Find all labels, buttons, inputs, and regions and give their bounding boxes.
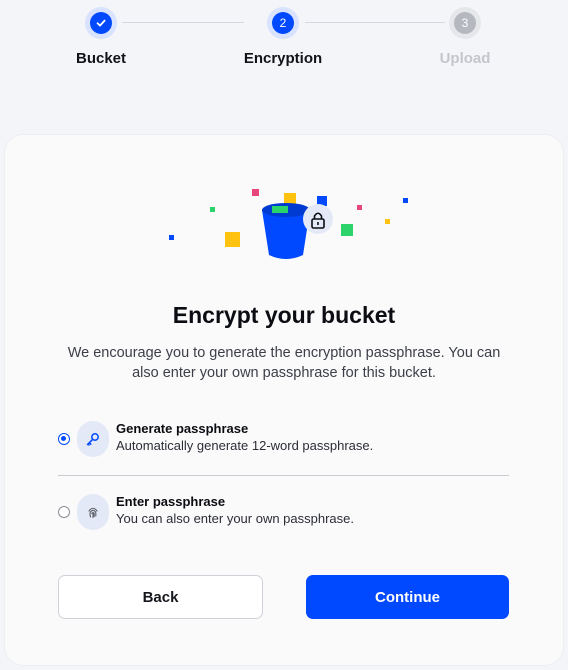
fingerprint-icon-badge <box>77 494 109 530</box>
encrypted-bucket-illustration <box>169 189 408 259</box>
confetti-square <box>385 219 390 224</box>
stepper-connector <box>122 22 244 23</box>
fingerprint-icon <box>88 507 98 519</box>
confetti-square <box>225 232 240 247</box>
page-subtitle: We encourage you to generate the encrypt… <box>67 345 501 381</box>
confetti-square <box>341 224 353 236</box>
step-encryption-indicator: 2 <box>267 7 299 39</box>
confetti-square <box>357 205 362 210</box>
stepper-connector <box>305 22 445 23</box>
confetti-square <box>403 198 408 203</box>
bucket-body <box>262 210 310 259</box>
confetti-in-bucket <box>272 206 288 213</box>
step-upload-indicator: 3 <box>449 7 481 39</box>
step-encryption-number: 2 <box>272 12 294 34</box>
options-divider <box>58 475 509 476</box>
step-encryption-label: Encryption <box>243 50 323 67</box>
confetti-square <box>210 207 215 212</box>
enter-passphrase-title: Enter passphrase <box>116 494 226 509</box>
key-icon-badge <box>77 421 109 457</box>
generate-passphrase-radio[interactable] <box>58 433 70 445</box>
continue-button[interactable]: Continue <box>306 575 509 619</box>
back-button[interactable]: Back <box>58 575 263 619</box>
encryption-card: Encrypt your bucket We encourage you to … <box>5 135 563 665</box>
option-enter-passphrase[interactable]: Enter passphrase You can also enter your… <box>58 490 508 536</box>
generate-passphrase-title: Generate passphrase <box>116 421 249 436</box>
step-upload-number: 3 <box>454 12 476 34</box>
enter-passphrase-description: You can also enter your own passphrase. <box>116 511 355 526</box>
generate-passphrase-description: Automatically generate 12-word passphras… <box>116 438 374 453</box>
progress-stepper: Bucket 2 Encryption 3 Upload <box>0 0 568 80</box>
option-generate-passphrase[interactable]: Generate passphrase Automatically genera… <box>58 417 508 463</box>
step-upload-label: Upload <box>439 50 491 67</box>
key-icon <box>86 433 99 446</box>
confetti-square <box>252 189 259 196</box>
step-bucket-label: Bucket <box>75 50 127 67</box>
page-title: Encrypt your bucket <box>172 302 396 328</box>
step-bucket-indicator <box>85 7 117 39</box>
enter-passphrase-radio[interactable] <box>58 506 70 518</box>
check-icon <box>96 19 106 27</box>
confetti-square <box>169 235 174 240</box>
